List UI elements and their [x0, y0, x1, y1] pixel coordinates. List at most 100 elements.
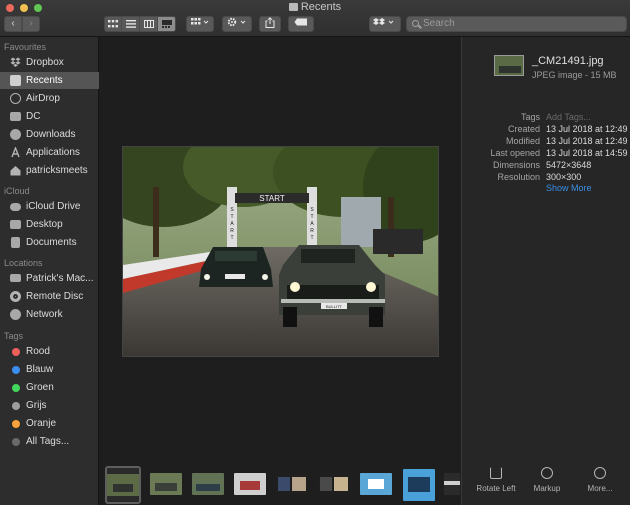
filmstrip-thumb[interactable]: [150, 473, 182, 495]
more-icon: [594, 467, 606, 479]
filmstrip-thumb[interactable]: [234, 473, 266, 495]
sidebar-item-applications[interactable]: Applications: [0, 144, 99, 161]
columns-icon: [143, 20, 154, 28]
sidebar-tag-blauw[interactable]: Blauw: [0, 361, 99, 378]
sidebar-tag-groen[interactable]: Groen: [0, 379, 99, 396]
car-photo: START BULLITT STARTSTART: [123, 147, 438, 356]
sidebar-item-label: Downloads: [26, 129, 76, 140]
sidebar-item-dc[interactable]: DC: [0, 108, 99, 125]
sidebar-item-home[interactable]: patricksmeets: [0, 162, 99, 179]
sidebar-item-network[interactable]: Network: [0, 306, 99, 323]
sidebar-item-mac[interactable]: Patrick's Mac...: [0, 270, 99, 287]
metadata-row-dimensions: Dimensions 5472×3648: [462, 160, 630, 171]
gallery-view-button[interactable]: [158, 16, 176, 32]
file-name: _CM21491.jpg: [532, 55, 604, 67]
sidebar-item-label: patricksmeets: [26, 165, 88, 176]
list-view-button[interactable]: [122, 16, 140, 32]
preview-inspector: _CM21491.jpg JPEG image - 15 MB Tags Add…: [461, 37, 630, 505]
grid-icon: [108, 20, 118, 28]
markup-button[interactable]: Markup: [522, 467, 572, 493]
pillar-letter: R: [230, 228, 234, 234]
filmstrip-thumb[interactable]: [192, 473, 224, 495]
search-field[interactable]: Search: [406, 16, 627, 32]
toolbar: Recents ‹ › Search: [0, 0, 630, 37]
file-thumbnail: [494, 55, 524, 76]
filmstrip-thumb[interactable]: [318, 473, 350, 495]
filmstrip: [100, 465, 460, 505]
view-mode-control: [104, 16, 176, 32]
filmstrip-thumb[interactable]: [276, 473, 308, 495]
back-button[interactable]: ‹: [4, 16, 22, 32]
start-banner-text: START: [259, 194, 285, 203]
icon-view-button[interactable]: [104, 16, 122, 32]
metadata-row-resolution: Resolution 300×300: [462, 172, 630, 183]
filmstrip-thumb[interactable]: [444, 473, 460, 495]
dropbox-icon: [10, 57, 21, 68]
column-view-button[interactable]: [140, 16, 158, 32]
sidebar-tag-oranje[interactable]: Oranje: [0, 415, 99, 432]
pillar-letter: T: [230, 214, 233, 220]
search-placeholder: Search: [423, 18, 455, 29]
desktop-icon: [10, 220, 21, 229]
clock-icon: [10, 75, 21, 86]
tags-button[interactable]: [288, 16, 314, 32]
add-tags-field[interactable]: Add Tags...: [546, 112, 591, 122]
quick-action-label: Markup: [533, 484, 561, 493]
sidebar: Favourites Dropbox Recents AirDrop DC Do…: [0, 37, 99, 505]
tag-color-dot-icon: [12, 420, 20, 428]
quick-action-label: Rotate Left: [476, 484, 516, 493]
chevron-right-icon: ›: [29, 18, 33, 29]
filmstrip-thumb[interactable]: [360, 473, 392, 495]
sidebar-item-recents[interactable]: Recents: [0, 72, 99, 89]
group-by-button[interactable]: [186, 16, 214, 32]
metadata-row-modified: Modified 13 Jul 2018 at 12:49: [462, 136, 630, 147]
sidebar-tag-all[interactable]: All Tags...: [0, 433, 99, 450]
tag-icon: [294, 18, 307, 26]
pillar-letter: T: [230, 235, 233, 241]
sidebar-item-downloads[interactable]: Downloads: [0, 126, 99, 143]
quick-action-label: More...: [587, 484, 613, 493]
window-title: Recents: [0, 1, 630, 13]
sidebar-item-label: Dropbox: [26, 57, 64, 68]
more-actions-button[interactable]: More...: [575, 467, 625, 493]
chevron-left-icon: ‹: [11, 18, 15, 29]
dropbox-button[interactable]: [369, 16, 401, 32]
image-preview[interactable]: START BULLITT STARTSTART: [122, 146, 439, 357]
metadata-value: 5472×3648: [546, 160, 592, 170]
gear-icon: [227, 17, 246, 27]
share-icon: [265, 17, 275, 28]
sidebar-item-desktop[interactable]: Desktop: [0, 216, 99, 233]
airdrop-icon: [10, 93, 21, 104]
tag-color-dot-icon: [12, 438, 20, 446]
sidebar-tag-rood[interactable]: Rood: [0, 343, 99, 360]
show-more-link[interactable]: Show More: [546, 183, 592, 193]
metadata-key: Resolution: [497, 172, 540, 182]
group-grid-icon: [191, 18, 209, 25]
metadata-row-last-opened: Last opened 13 Jul 2018 at 14:59: [462, 148, 630, 159]
sidebar-item-documents[interactable]: Documents: [0, 234, 99, 251]
cloud-icon: [10, 203, 21, 211]
forward-button[interactable]: ›: [22, 16, 40, 32]
pillar-letter: T: [310, 235, 313, 241]
sidebar-item-label: All Tags...: [26, 436, 70, 447]
sidebar-item-label: Groen: [26, 382, 54, 393]
filmstrip-thumb[interactable]: [105, 466, 141, 504]
rotate-left-icon: [490, 467, 502, 479]
share-button[interactable]: [259, 16, 281, 32]
action-menu-button[interactable]: [222, 16, 252, 32]
metadata-value: 13 Jul 2018 at 14:59: [546, 148, 628, 158]
tag-color-dot-icon: [12, 384, 20, 392]
rotate-left-button[interactable]: Rotate Left: [471, 467, 521, 493]
sidebar-item-label: Patrick's Mac...: [26, 273, 94, 284]
sidebar-tag-grijs[interactable]: Grijs: [0, 397, 99, 414]
sidebar-item-icloud-drive[interactable]: iCloud Drive: [0, 198, 99, 215]
sidebar-item-remote-disc[interactable]: Remote Disc: [0, 288, 99, 305]
filmstrip-thumb[interactable]: [403, 469, 435, 501]
sidebar-item-dropbox[interactable]: Dropbox: [0, 54, 99, 71]
metadata-row-created: Created 13 Jul 2018 at 12:49: [462, 124, 630, 135]
file-kind: JPEG image - 15 MB: [532, 70, 617, 80]
sidebar-item-label: AirDrop: [26, 93, 60, 104]
tag-color-dot-icon: [12, 366, 20, 374]
markup-icon: [541, 467, 553, 479]
sidebar-item-airdrop[interactable]: AirDrop: [0, 90, 99, 107]
